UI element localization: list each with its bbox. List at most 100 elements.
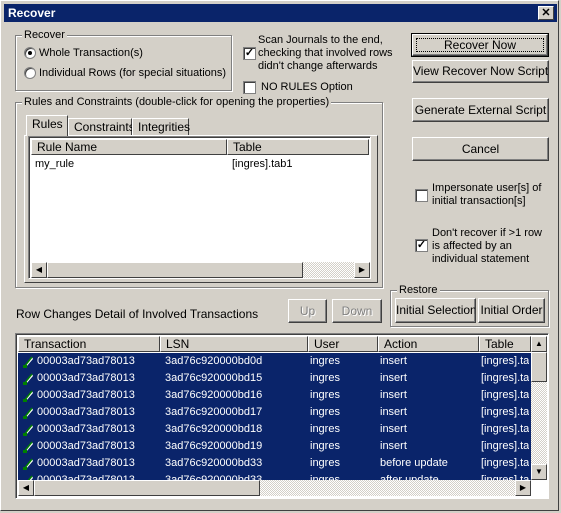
cell-lsn: 3ad76c920000bd19 (165, 440, 263, 452)
cell-table: [ingres].tab1 (481, 389, 529, 401)
scan-journals-line-2[interactable]: checking that involved rows (258, 47, 393, 60)
col-action[interactable]: Action (378, 336, 479, 352)
cell-table: [ingres].tab1 (481, 372, 529, 384)
focus-rectangle (416, 38, 544, 52)
col-table[interactable]: Table (479, 336, 531, 352)
rules-col-rule-name[interactable]: Rule Name (31, 139, 227, 155)
journal-row-icon (23, 407, 33, 419)
cell-transaction: 00003ad73ad78013 (37, 406, 135, 418)
dont-recover-line-3[interactable]: individual statement (432, 253, 529, 266)
scan-journals-line-3: didn't change afterwards (258, 60, 378, 72)
generate-external-script-button[interactable]: Generate External Script (412, 98, 549, 122)
rule-name-cell[interactable]: my_rule (35, 156, 74, 173)
changes-hscroll-track[interactable] (260, 480, 515, 496)
impersonate-line-2[interactable]: initial transaction[s] (432, 195, 526, 208)
journal-row-icon (23, 373, 33, 385)
checkmark-icon: ✓ (244, 47, 255, 59)
table-row[interactable]: 00003ad73ad78013 3ad76c920000bd19 ingres in… (18, 438, 531, 455)
rule-table-cell[interactable]: [ingres].tab1 (232, 156, 293, 173)
rules-list[interactable]: Rule Name Table my_rule [ingres].tab1 ◀ … (28, 136, 371, 279)
impersonate-line-1[interactable]: Impersonate user[s] of (432, 182, 541, 195)
changes-vscroll-track[interactable] (531, 382, 547, 464)
checkmark-icon: ✓ (416, 239, 427, 251)
whole-transaction-radio[interactable] (24, 47, 36, 59)
scan-journals-checkbox[interactable]: ✓ (243, 47, 256, 60)
title-bar[interactable]: Recover ✕ (4, 4, 557, 22)
cell-table: [ingres].tab1 (481, 457, 529, 469)
cell-lsn: 3ad76c920000bd33 (165, 457, 263, 469)
rules-hscroll-thumb[interactable] (47, 262, 303, 278)
dont-recover-line-2[interactable]: is affected by an (432, 240, 512, 253)
scroll-right-button[interactable]: ▶ (354, 262, 370, 278)
table-row[interactable]: 00003ad73ad78013 3ad76c920000bd0d ingres in… (18, 353, 531, 370)
tab-integrities[interactable]: Integrities (132, 118, 190, 136)
journal-row-icon (23, 458, 33, 470)
journal-row-icon (23, 356, 33, 368)
scroll-right-button[interactable]: ▶ (515, 480, 531, 496)
window-title: Recover (8, 6, 56, 20)
cell-transaction: 00003ad73ad78013 (37, 440, 135, 452)
cell-transaction: 00003ad73ad78013 (37, 423, 135, 435)
table-row[interactable]: 00003ad73ad78013 3ad76c920000bd15 ingres in… (18, 370, 531, 387)
whole-transaction-label[interactable]: Whole Transaction(s) (39, 47, 143, 60)
tab-rules[interactable]: Rules (26, 115, 68, 136)
col-transaction[interactable]: Transaction (18, 336, 160, 352)
scroll-up-button[interactable]: ▲ (531, 336, 547, 352)
changes-hscroll-thumb[interactable] (34, 480, 260, 496)
cell-table: [ingres].tab1 (481, 423, 529, 435)
journal-row-icon (23, 390, 33, 402)
cell-transaction: 00003ad73ad78013 (37, 355, 135, 367)
recover-now-button[interactable]: Recover Now (411, 33, 549, 57)
no-rules-label[interactable]: NO RULES Option (261, 81, 353, 94)
initial-order-button[interactable]: Initial Order (478, 298, 545, 323)
initial-selection-button[interactable]: Initial Selection (395, 298, 476, 323)
cell-user: ingres (310, 423, 340, 435)
individual-rows-label[interactable]: Individual Rows (for special situations) (39, 67, 226, 80)
rules-col-table[interactable]: Table (227, 139, 369, 155)
individual-rows-radio[interactable] (24, 67, 36, 79)
view-recover-script-button[interactable]: View Recover Now Script (412, 60, 549, 83)
cell-transaction: 00003ad73ad78013 (37, 372, 135, 384)
journal-row-icon (23, 441, 33, 453)
dont-recover-checkbox[interactable]: ✓ (415, 239, 428, 252)
row-changes-list[interactable]: Transaction LSN User Action Table 00003a… (15, 333, 549, 499)
cell-user: ingres (310, 457, 340, 469)
cell-user: ingres (310, 389, 340, 401)
cell-lsn: 3ad76c920000bd16 (165, 389, 263, 401)
table-row[interactable]: 00003ad73ad78013 3ad76c920000bd33 ingres be… (18, 455, 531, 472)
cell-table: [ingres].tab1 (481, 440, 529, 452)
cell-action: insert (380, 406, 407, 418)
changes-vscroll-thumb[interactable] (531, 352, 547, 382)
rules-hscroll-track[interactable] (303, 262, 354, 278)
restore-group-label: Restore (397, 283, 440, 297)
table-row[interactable]: 00003ad73ad78013 3ad76c920000bd18 ingres in… (18, 421, 531, 438)
tab-constraints[interactable]: Constraints (68, 118, 135, 136)
cell-action: insert (380, 423, 407, 435)
cell-user: ingres (310, 372, 340, 384)
cell-action: insert (380, 389, 407, 401)
impersonate-checkbox[interactable] (415, 189, 428, 202)
no-rules-checkbox[interactable] (243, 81, 256, 94)
table-row[interactable]: 00003ad73ad78013 3ad76c920000bd17 ingres in… (18, 404, 531, 421)
scroll-left-button[interactable]: ◀ (31, 262, 47, 278)
up-button[interactable]: Up (288, 299, 327, 323)
col-user[interactable]: User (308, 336, 378, 352)
close-button[interactable]: ✕ (538, 6, 554, 20)
cell-table: [ingres].tab1 (481, 406, 529, 418)
cell-user: ingres (310, 406, 340, 418)
col-lsn[interactable]: LSN (160, 336, 308, 352)
cell-transaction: 00003ad73ad78013 (37, 389, 135, 401)
cell-action: before update (380, 457, 448, 469)
cell-action: insert (380, 440, 407, 452)
down-button[interactable]: Down (332, 299, 382, 323)
cancel-button[interactable]: Cancel (412, 137, 549, 161)
scroll-down-button[interactable]: ▼ (531, 464, 547, 480)
cell-action: insert (380, 372, 407, 384)
cell-table: [ingres].tab1 (481, 355, 529, 367)
cell-lsn: 3ad76c920000bd18 (165, 423, 263, 435)
row-changes-label: Row Changes Detail of Involved Transacti… (16, 307, 259, 321)
journal-row-icon (23, 424, 33, 436)
scroll-left-button[interactable]: ◀ (18, 480, 34, 496)
dont-recover-line-1[interactable]: Don't recover if >1 row (432, 227, 542, 240)
table-row[interactable]: 00003ad73ad78013 3ad76c920000bd16 ingres in… (18, 387, 531, 404)
